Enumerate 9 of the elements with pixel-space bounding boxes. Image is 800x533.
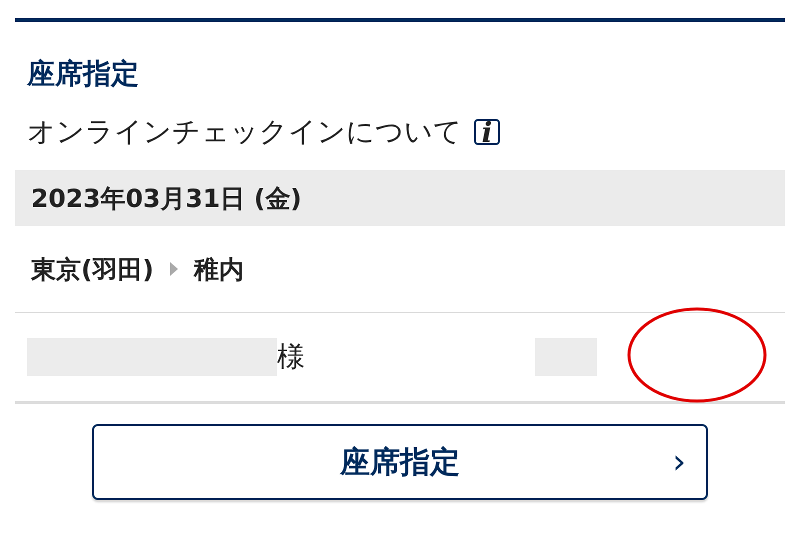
arrow-icon: [170, 262, 178, 276]
origin-airport: 東京(羽田): [31, 254, 154, 286]
flight-date: 2023年03月31日 (金): [31, 182, 302, 214]
online-checkin-link[interactable]: オンラインチェックインについて: [27, 113, 462, 151]
destination-airport: 稚内: [194, 254, 244, 286]
info-icon[interactable]: i: [474, 119, 500, 145]
section-title: 座席指定: [26, 56, 140, 92]
honorific: 様: [277, 339, 305, 375]
seat-selection-button[interactable]: 座席指定 ›: [92, 424, 708, 500]
